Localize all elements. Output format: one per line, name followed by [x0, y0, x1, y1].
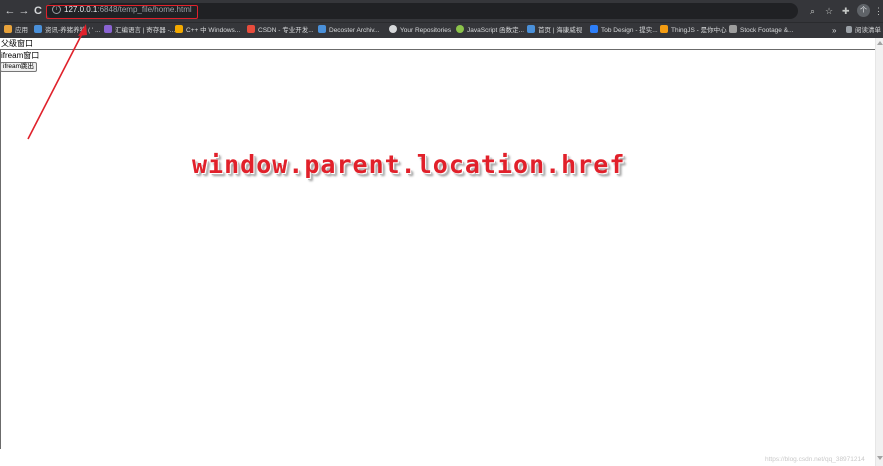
iframe-window-label: ifream窗口 — [1, 51, 40, 60]
bookmark-apps[interactable]: 应用 — [4, 25, 28, 37]
windows-icon — [175, 25, 183, 33]
avatar[interactable]: 个 — [857, 4, 870, 17]
forward-icon[interactable]: → — [18, 4, 30, 18]
bookmark-item[interactable]: CSDN - 专业开发... — [247, 25, 314, 37]
js-icon — [456, 25, 464, 33]
scroll-down-icon[interactable] — [877, 456, 883, 460]
back-icon[interactable]: ← — [4, 4, 16, 18]
bookmark-item[interactable]: Decoster Archiv... — [318, 25, 379, 37]
bookmark-item[interactable]: C++ 中 Windows... — [175, 25, 240, 37]
github-icon — [389, 25, 397, 33]
vs-icon — [104, 25, 112, 33]
watermark: https://blog.csdn.net/qq_38971214 — [765, 456, 865, 463]
bookmark-icon — [34, 25, 42, 33]
bookmark-item[interactable]: 首页 | 海康威视 — [527, 25, 582, 37]
w-icon — [318, 25, 326, 33]
url-highlight-box — [46, 5, 198, 19]
thingjs-icon — [660, 25, 668, 33]
menu-icon[interactable]: ⋮ — [874, 5, 883, 17]
scroll-up-icon[interactable] — [877, 41, 883, 45]
bookmark-item[interactable]: Your Repositories — [389, 25, 451, 37]
browser-toolbar: ← → C i 127.0.0.1:6848/temp_file/home.ht… — [0, 0, 883, 22]
star-icon[interactable]: ☆ — [825, 5, 833, 17]
bookmark-item[interactable]: ThingJS - 是你中心 — [660, 25, 727, 37]
reload-icon[interactable]: C — [32, 4, 44, 18]
bookmarks-more-button[interactable]: » — [832, 25, 836, 37]
apps-icon — [4, 25, 12, 33]
bookmark-item[interactable]: Stock Footage &... — [729, 25, 793, 37]
iframe-frame — [0, 49, 875, 449]
search-icon[interactable]: ⌕ — [810, 5, 815, 17]
bookmark-item[interactable]: Tob Design - 提实... — [590, 25, 658, 37]
extension-icon[interactable]: ✚ — [842, 5, 850, 17]
annotation-text: window.parent.location.href — [192, 150, 626, 179]
b-icon — [590, 25, 598, 33]
vertical-scrollbar[interactable] — [875, 38, 883, 466]
bookmarks-bar: 应用 资讯-养猪养猪 ( ' ... 汇编语言 | 寄存器 -... C++ 中… — [0, 22, 883, 38]
stock-icon — [729, 25, 737, 33]
reading-list-icon — [846, 26, 852, 33]
csdn-icon — [247, 25, 255, 33]
parent-window-label: 父级窗口 — [1, 39, 33, 48]
iframe-jump-out-button[interactable]: ifream跳出 — [0, 62, 38, 72]
bookmark-item[interactable]: JavaScript 函数定... — [456, 25, 524, 37]
bookmark-item[interactable]: 汇编语言 | 寄存器 -... — [104, 25, 175, 37]
bookmark-item[interactable]: 资讯-养猪养猪 ( ' ... — [34, 25, 100, 37]
reading-list-button[interactable]: 阅读清单 — [846, 25, 881, 37]
hik-icon — [527, 25, 535, 33]
